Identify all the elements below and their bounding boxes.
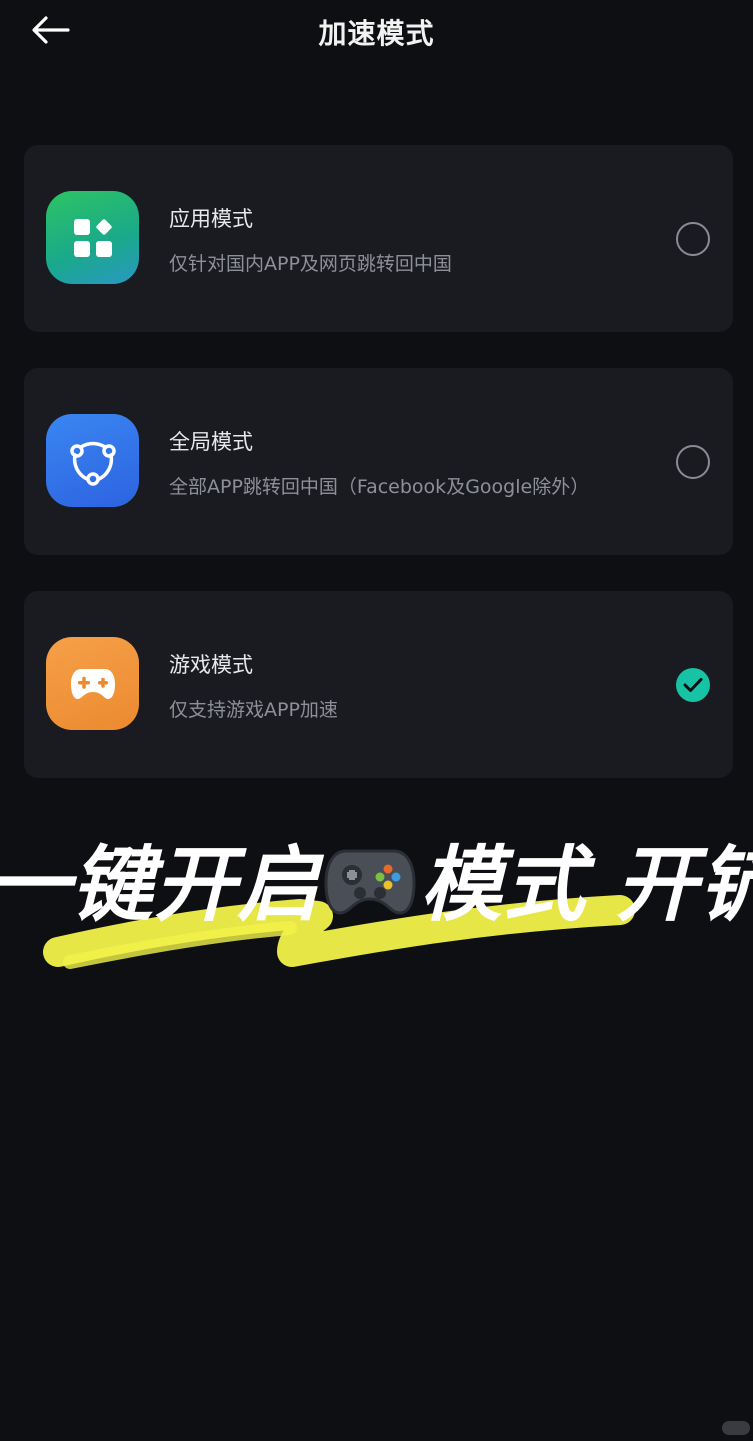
checkmark-icon xyxy=(683,678,703,692)
mode-card-global[interactable]: 全局模式 全部APP跳转回中国（Facebook及Google除外） xyxy=(24,368,733,555)
mode-description: 仅支持游戏APP加速 xyxy=(169,699,338,721)
mode-card-game[interactable]: 游戏模式 仅支持游戏APP加速 xyxy=(24,591,733,778)
gamepad-icon xyxy=(46,637,139,730)
caption-overlay: 一键开启 模式 开铲 xyxy=(0,800,753,990)
caption-part2: 模式 开铲 xyxy=(420,838,753,933)
network-nodes-icon xyxy=(46,414,139,507)
radio-game-mode[interactable] xyxy=(676,668,710,702)
mode-title: 全局模式 xyxy=(169,430,253,454)
page-title: 加速模式 xyxy=(318,17,435,50)
mode-description: 仅针对国内APP及网页跳转回中国 xyxy=(169,253,452,275)
apps-grid-icon xyxy=(46,191,139,284)
radio-global-mode[interactable] xyxy=(676,445,710,479)
mode-card-app[interactable]: 应用模式 仅针对国内APP及网页跳转回中国 xyxy=(24,145,733,332)
mode-description: 全部APP跳转回中国（Facebook及Google除外） xyxy=(169,476,590,498)
top-bar: 加速模式 xyxy=(0,0,753,64)
radio-app-mode[interactable] xyxy=(676,222,710,256)
watermark-badge xyxy=(722,1421,750,1435)
gamepad-emoji-icon xyxy=(324,849,416,915)
mode-title: 游戏模式 xyxy=(169,653,253,677)
mode-title: 应用模式 xyxy=(169,207,253,231)
caption-part1: 一键开启 xyxy=(0,838,320,933)
caption-text: 一键开启 模式 开铲 xyxy=(0,818,753,937)
